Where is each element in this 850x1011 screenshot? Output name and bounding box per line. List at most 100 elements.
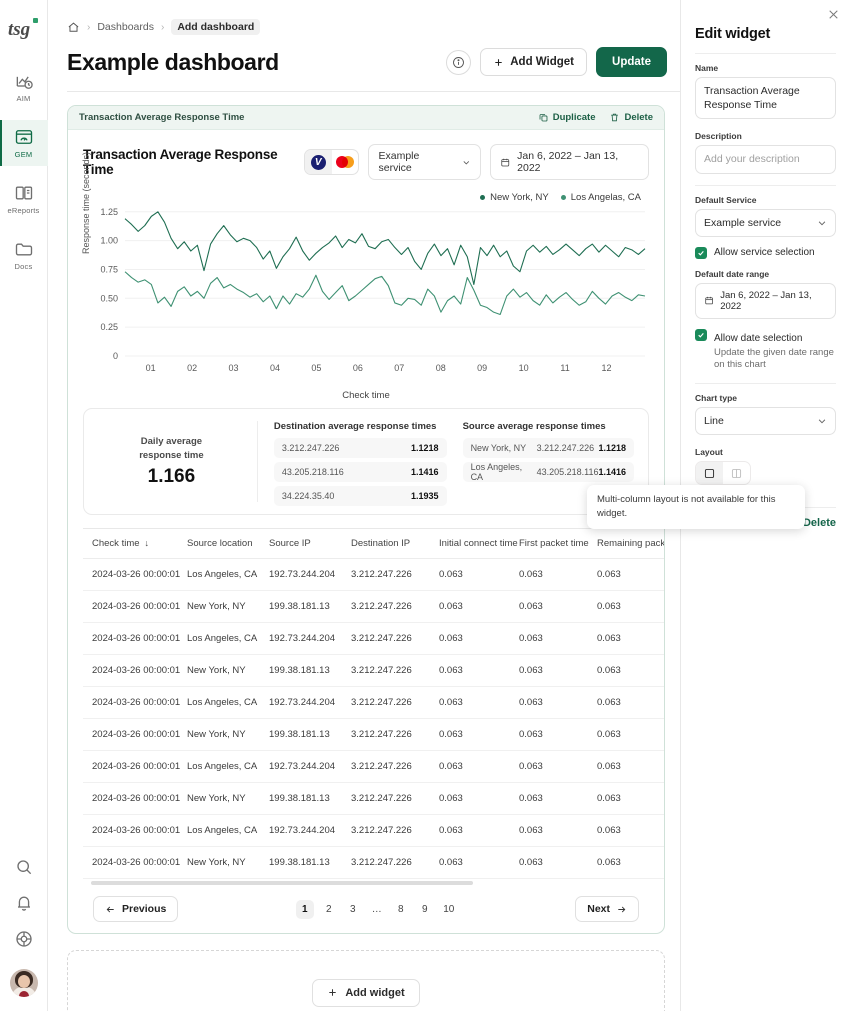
cell-remaining-packets-time: 0.063 [597, 750, 664, 783]
date-range-picker[interactable]: Jan 6, 2022 – Jan 13, 2022 [489, 144, 649, 180]
cell-check-time: 2024-03-26 00:00:01 [83, 590, 187, 623]
table-row[interactable]: 2024-03-26 00:00:01 New York, NY 199.38.18… [83, 718, 664, 751]
chart-type-label: Chart type [695, 393, 738, 404]
bell-icon[interactable] [14, 893, 34, 913]
table-row[interactable]: 2024-03-26 00:00:01 New York, NY 199.38.18… [83, 654, 664, 687]
column-header-check-time[interactable]: Check time ↓ [83, 529, 187, 559]
table-header-row: Check time ↓ Source location Source IP De… [83, 529, 664, 559]
check-icon [698, 332, 704, 338]
previous-page-button[interactable]: Previous [93, 896, 179, 922]
cell-initial-connect-time: 0.063 [439, 590, 519, 623]
legend-item-new-york[interactable]: New York, NY [480, 192, 549, 203]
page-number-button[interactable]: 10 [440, 900, 458, 919]
description-input[interactable]: Add your description [695, 145, 836, 174]
chart-x-tick-label: 04 [270, 363, 280, 373]
page-number-button[interactable]: 9 [416, 900, 434, 919]
app-logo[interactable]: tsg [7, 14, 41, 44]
page-number-button[interactable]: 1 [295, 899, 314, 919]
add-widget-dropzone[interactable]: Add widget [67, 950, 665, 1011]
multi-column-icon [731, 468, 742, 478]
breadcrumb-item-add-dashboard[interactable]: Add dashboard [171, 19, 261, 35]
allow-date-selection-sub: Update the given date range on this char… [714, 346, 834, 371]
cell-destination-ip: 3.212.247.226 [351, 782, 439, 815]
service-select[interactable]: Example service [368, 144, 481, 180]
duplicate-widget-button[interactable]: Duplicate [538, 112, 595, 123]
help-circle-icon[interactable] [14, 929, 34, 949]
column-header-remaining-packets-time[interactable]: Remaining packets time [597, 529, 664, 559]
table-row[interactable]: 2024-03-26 00:00:01 Los Angeles, CA 192.73… [83, 814, 664, 847]
mastercard-toggle[interactable] [332, 150, 359, 174]
allow-date-selection-checkbox[interactable] [695, 328, 707, 341]
update-button[interactable]: Update [596, 47, 667, 77]
copy-icon [539, 114, 548, 122]
sidebar-item-label: AIM [16, 94, 31, 103]
table-row[interactable]: 2024-03-26 00:00:01 Los Angeles, CA 192.73… [83, 686, 664, 719]
sidebar-item-label: Docs [14, 262, 33, 271]
avatar[interactable] [9, 969, 38, 997]
legend-item-los-angelas[interactable]: Los Angelas, CA [560, 192, 641, 203]
column-header-destination-ip[interactable]: Destination IP [351, 529, 439, 559]
layout-multi-column-button[interactable] [723, 462, 750, 485]
breadcrumb: › Dashboards › Add dashboard [67, 0, 680, 35]
widget-card: Transaction Average Response Time Duplic… [67, 105, 665, 934]
cell-destination-ip: 3.212.247.226 [351, 846, 439, 879]
page-header-actions: Add Widget Update [446, 47, 667, 77]
table-row[interactable]: 2024-03-26 00:00:01 Los Angeles, CA 192.73… [83, 558, 664, 591]
allow-service-selection-row[interactable]: Allow service selection [695, 246, 836, 260]
source-ip: 43.205.218.116 [536, 467, 599, 477]
cell-check-time: 2024-03-26 00:00:01 [83, 654, 187, 687]
chart-x-tick-label: 12 [601, 363, 611, 373]
chart-y-tick-label: 0.75 [100, 264, 118, 274]
default-service-select[interactable]: Example service [695, 208, 836, 237]
sidebar-item-docs[interactable]: Docs [0, 232, 48, 278]
name-input[interactable]: Transaction Average Response Time [695, 77, 836, 120]
table-row[interactable]: 2024-03-26 00:00:01 Los Angeles, CA 192.73… [83, 750, 664, 783]
column-header-source-location[interactable]: Source location [187, 529, 269, 559]
visa-toggle[interactable]: V [304, 150, 332, 174]
cell-destination-ip: 3.212.247.226 [351, 622, 439, 655]
page-number-button[interactable]: 2 [320, 900, 338, 919]
allow-date-selection-row[interactable]: Allow date selection Update the given da… [695, 328, 836, 373]
cell-source-location: New York, NY [187, 590, 269, 623]
chart-type-select[interactable]: Line [695, 407, 836, 436]
breadcrumb-separator: › [160, 21, 165, 33]
column-header-initial-connect-time[interactable]: Initial connect time [439, 529, 519, 559]
close-icon[interactable] [827, 8, 840, 21]
search-icon[interactable] [14, 857, 34, 877]
breadcrumb-item-dashboards[interactable]: Dashboards [97, 21, 154, 33]
sidebar-item-aim[interactable]: AIM [0, 64, 48, 110]
cell-source-ip: 199.38.181.13 [269, 782, 351, 815]
cell-first-packet-time: 0.063 [519, 654, 597, 687]
arrow-right-icon [618, 906, 626, 912]
table-body: 2024-03-26 00:00:01 Los Angeles, CA 192.73… [83, 558, 664, 879]
next-page-button[interactable]: Next [575, 896, 639, 922]
page-number-button[interactable]: 3 [344, 900, 362, 919]
layout-toggle [695, 461, 751, 486]
default-date-range-group: Default date range Jan 6, 2022 – Jan 13,… [695, 269, 836, 319]
column-header-first-packet-time[interactable]: First packet time [519, 529, 597, 559]
column-header-source-ip[interactable]: Source IP [269, 529, 351, 559]
table-row[interactable]: 2024-03-26 00:00:01 New York, NY 199.38.18… [83, 846, 664, 879]
info-button[interactable] [446, 49, 472, 75]
legend-label: Los Angelas, CA [570, 192, 641, 203]
page-number-button[interactable]: 8 [392, 900, 410, 919]
chart-x-axis-label: Check time [342, 390, 390, 401]
sidebar-item-gem[interactable]: GEM [0, 120, 48, 166]
chart-y-tick-label: 1.00 [100, 236, 118, 246]
sidebar-item-ereports[interactable]: eReports [0, 176, 48, 222]
cell-initial-connect-time: 0.063 [439, 814, 519, 847]
cell-destination-ip: 3.212.247.226 [351, 654, 439, 687]
add-widget-button[interactable]: Add Widget [480, 48, 588, 76]
home-icon[interactable] [67, 21, 80, 34]
table-row[interactable]: 2024-03-26 00:00:01 New York, NY 199.38.18… [83, 782, 664, 815]
table-row[interactable]: 2024-03-26 00:00:01 New York, NY 199.38.18… [83, 590, 664, 623]
layout-single-column-button[interactable] [696, 462, 723, 485]
allow-service-selection-checkbox[interactable] [695, 246, 707, 259]
dropzone-add-widget-button[interactable]: Add widget [312, 978, 420, 1007]
delete-widget-button[interactable]: Delete [609, 112, 653, 123]
source-row: New York, NY 3.212.247.226 1.1218 [462, 438, 634, 458]
cell-destination-ip: 3.212.247.226 [351, 686, 439, 719]
default-date-range-picker[interactable]: Jan 6, 2022 – Jan 13, 2022 [695, 282, 836, 319]
table-row[interactable]: 2024-03-26 00:00:01 Los Angeles, CA 192.73… [83, 622, 664, 655]
chart-y-tick-label: 0 [113, 351, 118, 361]
